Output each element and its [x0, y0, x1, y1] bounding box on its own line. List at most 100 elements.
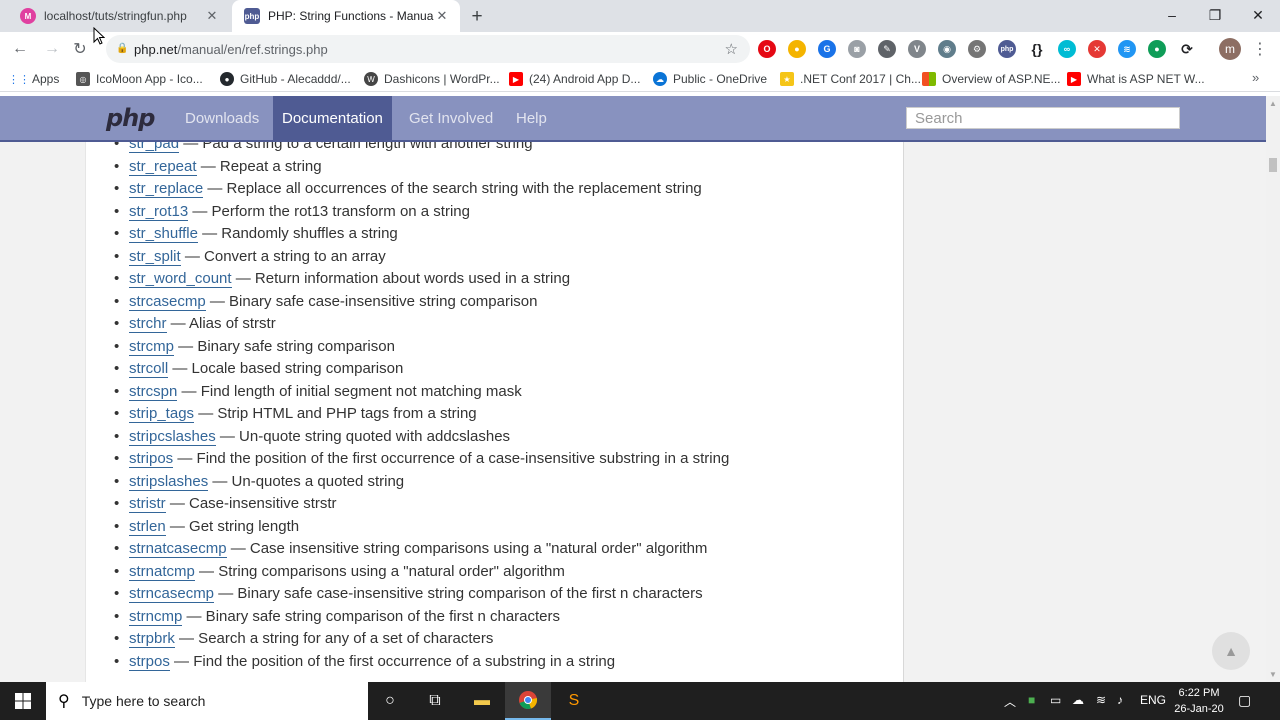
braces-extension-icon[interactable]: {}: [1028, 40, 1046, 58]
function-link[interactable]: strpos: [129, 652, 170, 671]
function-link[interactable]: stripslashes: [129, 472, 209, 491]
web-page: php Downloads Documentation Get Involved…: [0, 96, 1266, 682]
new-tab-button[interactable]: +: [466, 6, 488, 28]
function-list-item: strlen — Get string length: [114, 516, 729, 539]
function-link[interactable]: strncasecmp: [129, 585, 215, 603]
shield-extension-icon[interactable]: ✕: [1088, 40, 1106, 58]
translate-extension-icon[interactable]: G: [818, 40, 836, 58]
bookmark-aspnet-what[interactable]: ▶ What is ASP NET W...: [1067, 70, 1205, 88]
minimize-button[interactable]: –: [1150, 0, 1194, 30]
function-link[interactable]: stripcslashes: [129, 427, 216, 446]
function-link[interactable]: str_repeat: [129, 157, 197, 176]
cortana-icon[interactable]: ○: [367, 682, 413, 720]
tray-device-icon[interactable]: ▭: [1050, 693, 1061, 707]
bookmark-apps[interactable]: ⋮⋮ Apps: [8, 70, 59, 88]
function-link[interactable]: str_pad: [129, 142, 180, 153]
sublime-text-icon[interactable]: S: [551, 682, 597, 720]
scrollbar-thumb[interactable]: [1269, 158, 1277, 172]
start-button[interactable]: [0, 682, 46, 720]
taskbar-clock[interactable]: 6:22 PM 26-Jan-20: [1168, 685, 1230, 717]
bookmark-aspnet-overview[interactable]: Overview of ASP.NE...: [922, 70, 1061, 88]
restore-button[interactable]: ❐: [1193, 0, 1237, 30]
function-description: — Case insensitive string comparisons us…: [230, 540, 708, 557]
function-link[interactable]: strcoll: [129, 360, 169, 378]
tab-localhost[interactable]: M localhost/tuts/stringfun.php ✕: [8, 0, 230, 32]
opera-extension-icon[interactable]: O: [758, 40, 776, 58]
function-link[interactable]: strncmp: [129, 607, 183, 626]
bookmark-onedrive[interactable]: ☁ Public - OneDrive: [653, 70, 767, 88]
php-search-input[interactable]: Search: [906, 107, 1180, 129]
dotnet-icon: ★: [780, 72, 794, 86]
function-link[interactable]: strnatcasecmp: [129, 540, 227, 558]
page-scrollbar[interactable]: ▲ ▼: [1266, 96, 1280, 682]
vue-extension-icon[interactable]: V: [908, 40, 926, 58]
php-extension-icon[interactable]: php: [998, 40, 1016, 58]
link-extension-icon[interactable]: ∞: [1058, 40, 1076, 58]
close-tab-icon[interactable]: ✕: [204, 8, 220, 24]
bookmark-icomoon[interactable]: ◎ IcoMoon App - Ico...: [76, 70, 203, 88]
bookmark-dotnet-conf[interactable]: ★ .NET Conf 2017 | Ch...: [780, 70, 921, 88]
bookmarks-overflow-icon[interactable]: »: [1252, 70, 1259, 85]
icomoon-icon: ◎: [76, 72, 90, 86]
bookmark-github[interactable]: ● GitHub - Alecaddd/...: [220, 70, 351, 88]
function-link[interactable]: strcasecmp: [129, 292, 206, 311]
browser-menu-icon[interactable]: ⋮: [1252, 38, 1268, 60]
camera-extension-icon[interactable]: ◙: [848, 40, 866, 58]
settings-extension-icon[interactable]: ⚙: [968, 40, 986, 58]
back-icon[interactable]: ←: [8, 37, 32, 61]
close-window-button[interactable]: ✕: [1236, 0, 1280, 30]
function-link[interactable]: strcspn: [129, 382, 178, 401]
php-logo[interactable]: php: [106, 104, 155, 132]
function-link[interactable]: stripos: [129, 450, 174, 468]
function-link[interactable]: str_replace: [129, 180, 204, 198]
function-link[interactable]: str_split: [129, 247, 181, 266]
bookmark-dashicons[interactable]: W Dashicons | WordPr...: [364, 70, 500, 88]
function-link[interactable]: stristr: [129, 495, 166, 513]
function-link[interactable]: strcmp: [129, 337, 174, 356]
close-tab-icon[interactable]: ✕: [434, 8, 450, 24]
wave-extension-icon[interactable]: ≋: [1118, 40, 1136, 58]
onedrive-tray-icon[interactable]: ☁: [1072, 693, 1084, 707]
language-indicator[interactable]: ENG: [1140, 693, 1166, 707]
profile-avatar[interactable]: m: [1219, 38, 1241, 60]
nav-downloads[interactable]: Downloads: [176, 96, 268, 140]
volume-icon[interactable]: ♪: [1117, 693, 1123, 707]
function-link[interactable]: strpbrk: [129, 630, 175, 648]
function-link[interactable]: strlen: [129, 517, 166, 536]
address-bar[interactable]: 🔒 php.net/manual/en/ref.strings.php ☆: [106, 35, 750, 63]
scroll-up-arrow-icon[interactable]: ▲: [1269, 99, 1277, 108]
function-link[interactable]: str_rot13: [129, 202, 189, 221]
task-view-icon[interactable]: ⧉: [412, 682, 458, 720]
tray-app-icon[interactable]: ■: [1028, 693, 1035, 707]
function-description: — Alias of strstr: [170, 315, 276, 332]
bookmark-star-icon[interactable]: ☆: [725, 40, 738, 58]
chrome-taskbar-icon[interactable]: [505, 682, 551, 720]
nav-get-involved[interactable]: Get Involved: [400, 96, 502, 140]
nav-help[interactable]: Help: [507, 96, 556, 140]
taskbar-search-placeholder: Type here to search: [81, 693, 206, 709]
scroll-to-top-button[interactable]: ▲: [1212, 632, 1250, 670]
owl-extension-icon[interactable]: ◉: [938, 40, 956, 58]
tray-overflow-icon[interactable]: ︿: [1004, 693, 1016, 710]
eyedropper-extension-icon[interactable]: ✎: [878, 40, 896, 58]
extension-yellow-icon[interactable]: ●: [788, 40, 806, 58]
notification-center-icon[interactable]: ▢: [1238, 692, 1251, 709]
reload-icon[interactable]: ↻: [68, 37, 92, 61]
lock-icon: 🔒: [116, 43, 129, 54]
sync-extension-icon[interactable]: ⟳: [1178, 40, 1196, 58]
nav-documentation[interactable]: Documentation: [273, 96, 392, 140]
function-link[interactable]: str_shuffle: [129, 225, 198, 243]
green-extension-icon[interactable]: ●: [1148, 40, 1166, 58]
tab-php-manual[interactable]: php PHP: String Functions - Manual ✕: [232, 0, 460, 32]
bookmark-android-app[interactable]: ▶ (24) Android App D...: [509, 70, 640, 88]
taskbar-search-box[interactable]: ⚲ Type here to search: [46, 682, 368, 720]
function-link[interactable]: strchr: [129, 315, 167, 333]
function-link[interactable]: str_word_count: [129, 270, 232, 288]
forward-icon[interactable]: →: [40, 37, 64, 61]
wifi-icon[interactable]: ≋: [1096, 693, 1106, 707]
scroll-down-arrow-icon[interactable]: ▼: [1269, 670, 1277, 679]
function-link[interactable]: strip_tags: [129, 405, 195, 423]
function-list: str_pad — Pad a string to a certain leng…: [114, 142, 729, 673]
file-explorer-icon[interactable]: ▬: [459, 682, 505, 720]
function-link[interactable]: strnatcmp: [129, 562, 195, 581]
